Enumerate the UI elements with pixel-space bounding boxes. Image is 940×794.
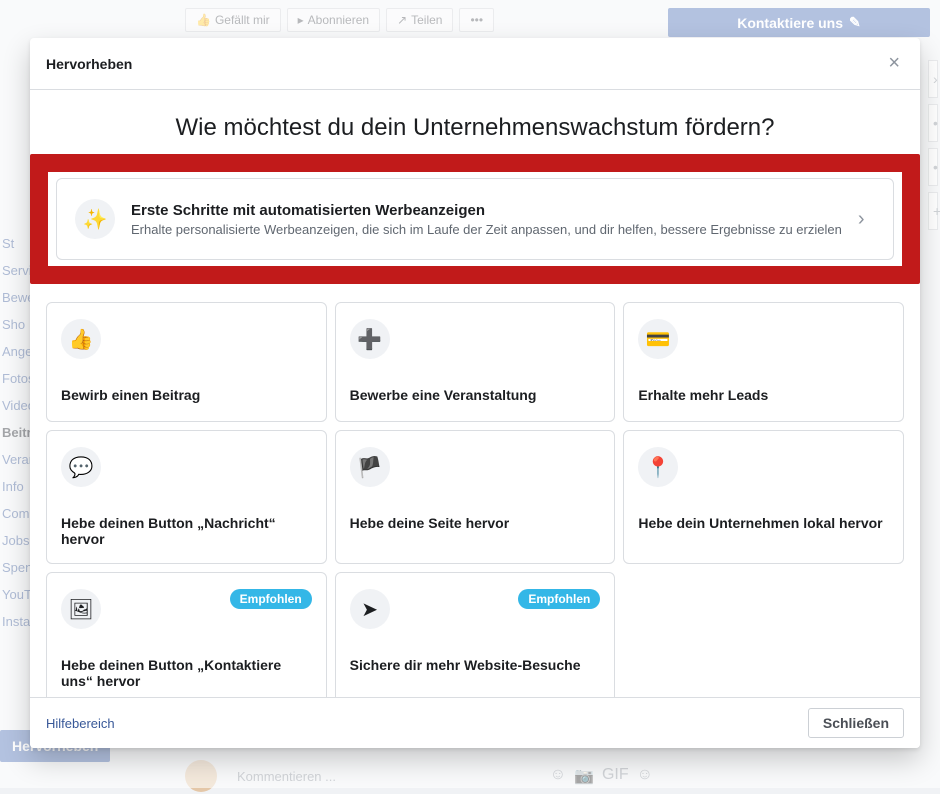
card-icon: 🖼 [61, 589, 101, 629]
close-button[interactable]: Schließen [808, 708, 904, 738]
card-title: Sichere dir mehr Website-Besuche [350, 657, 601, 673]
card-icon: ➕ [350, 319, 390, 359]
card-icon: 💳 [638, 319, 678, 359]
options-grid: 👍 Bewirb einen Beitrag ➕ Bewerbe eine Veran… [46, 302, 904, 697]
card-icon: 📍 [638, 447, 678, 487]
card-title: Erhalte mehr Leads [638, 387, 889, 403]
modal-question: Wie möchtest du dein Unternehmenswachstu… [46, 90, 904, 154]
card-title: Hebe deinen Button „Nachricht“ hervor [61, 515, 312, 547]
modal-title: Hervorheben [46, 56, 132, 72]
card-title: Hebe deine Seite hervor [350, 515, 601, 531]
hero-text: Erste Schritte mit automatisierten Werbe… [131, 202, 842, 237]
hero-title: Erste Schritte mit automatisierten Werbe… [131, 202, 842, 219]
card-title: Bewirb einen Beitrag [61, 387, 312, 403]
card-icon: 💬 [61, 447, 101, 487]
annotation-highlight: ✨ Erste Schritte mit automatisierten Wer… [30, 154, 920, 284]
card-icon: ➤ [350, 589, 390, 629]
modal-header: Hervorheben × [30, 38, 920, 90]
promote-modal: Hervorheben × Wie möchtest du dein Unter… [30, 38, 920, 748]
option-card[interactable]: 👍 Bewirb einen Beitrag [46, 302, 327, 422]
card-title: Hebe dein Unternehmen lokal hervor [638, 515, 889, 531]
help-link[interactable]: Hilfebereich [46, 716, 115, 731]
wand-icon: ✨ [75, 199, 115, 239]
option-card[interactable]: 🖼 Hebe deinen Button „Kontaktiere uns“ he… [46, 572, 327, 697]
modal-footer: Hilfebereich Schließen [30, 697, 920, 748]
recommended-badge: Empfohlen [518, 589, 600, 609]
option-card[interactable]: 🏴 Hebe deine Seite hervor [335, 430, 616, 564]
option-card[interactable]: 💳 Erhalte mehr Leads [623, 302, 904, 422]
chevron-right-icon: › [858, 208, 865, 231]
close-icon[interactable]: × [884, 52, 904, 75]
option-card[interactable]: ➕ Bewerbe eine Veranstaltung [335, 302, 616, 422]
card-icon: 👍 [61, 319, 101, 359]
card-title: Hebe deinen Button „Kontaktiere uns“ her… [61, 657, 312, 689]
card-title: Bewerbe eine Veranstaltung [350, 387, 601, 403]
recommended-badge: Empfohlen [230, 589, 312, 609]
option-card[interactable]: 📍 Hebe dein Unternehmen lokal hervor [623, 430, 904, 564]
modal-body: Wie möchtest du dein Unternehmenswachstu… [30, 90, 920, 697]
card-icon: 🏴 [350, 447, 390, 487]
option-card[interactable]: ➤ Sichere dir mehr Website-Besuche Empfohl… [335, 572, 616, 697]
option-card[interactable]: 💬 Hebe deinen Button „Nachricht“ hervor [46, 430, 327, 564]
automated-ads-card[interactable]: ✨ Erste Schritte mit automatisierten Wer… [56, 178, 894, 260]
hero-desc: Erhalte personalisierte Werbeanzeigen, d… [131, 222, 842, 237]
